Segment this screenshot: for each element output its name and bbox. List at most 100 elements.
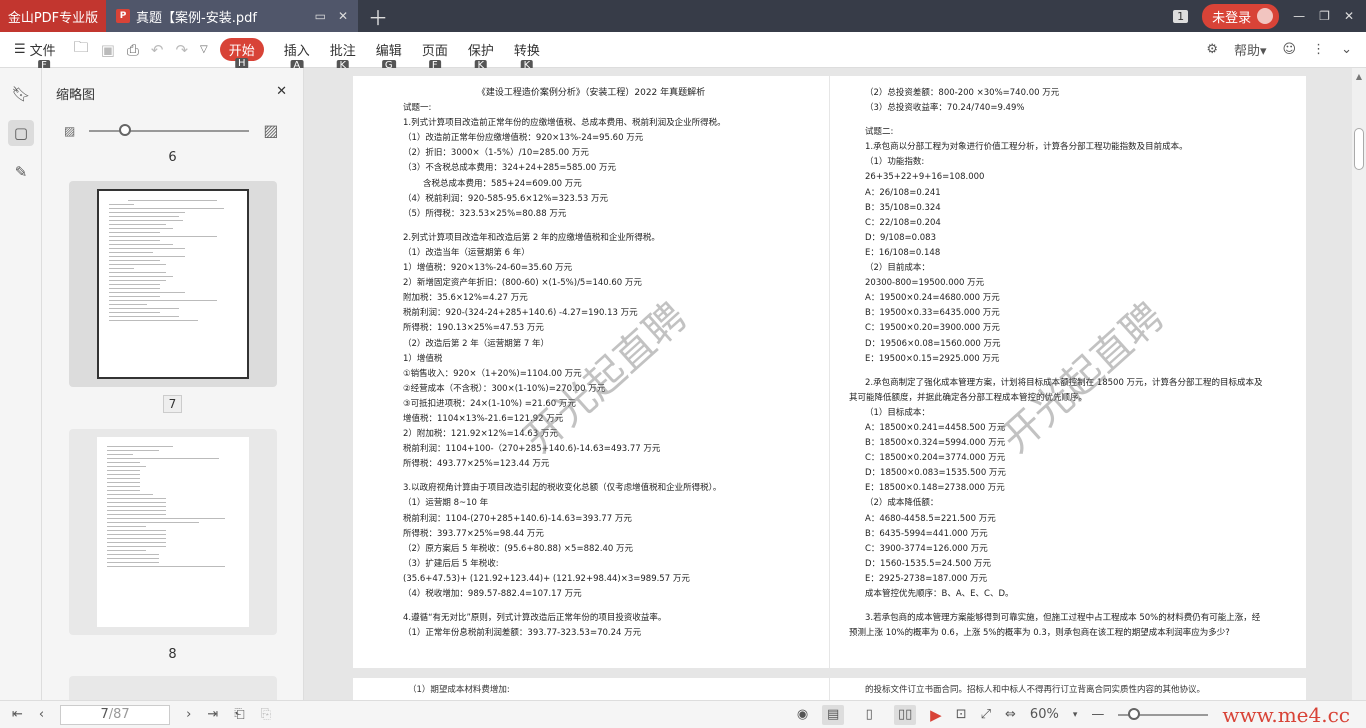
more-icon[interactable]: ⋮ (1312, 42, 1325, 57)
page8-line: E：16/108=0.148 (865, 247, 941, 258)
document-tab-title: 真题【案例-安装.pdf (136, 10, 257, 26)
page8-line: D：18500×0.083=1535.500 万元 (865, 468, 1006, 479)
zoom-slider[interactable] (1118, 707, 1209, 720)
minimize-icon[interactable]: — (1293, 9, 1305, 23)
thumbnail-page-9[interactable] (68, 676, 277, 700)
bookmark-icon[interactable]: 🔖︎ (8, 81, 34, 107)
page7-line: 税前利润：920-(324-24+285+140.6) -4.27=190.13… (403, 308, 638, 319)
thumbnail-page-7[interactable] (68, 181, 277, 387)
pdf-page-9: （1）期望成本材料费增加: (353, 678, 829, 700)
page7-line: 3.以政府视角计算由于项目改造引起的税收变化总额（仅考虑增值税和企业所得税）。 (403, 483, 722, 494)
back-view-icon[interactable]: ⎗ (234, 707, 244, 722)
zoom-dropdown-icon[interactable]: ▾ (1073, 710, 1078, 720)
first-page-icon[interactable]: ⇤ (12, 707, 23, 722)
page8-line (865, 116, 1306, 125)
tab-close-icon[interactable]: ✕ (338, 9, 348, 23)
page8-line: E：2925-2738=187.000 万元 (865, 573, 988, 584)
login-button[interactable]: 未登录 (1202, 3, 1280, 29)
play-icon[interactable]: ▶ (930, 706, 942, 724)
save-icon[interactable]: ▣ (101, 41, 115, 59)
thumbnail-icon[interactable]: ▢ (8, 120, 34, 146)
page7-line: （2）折旧：3000×（1-5%）/10=285.00 万元 (403, 148, 589, 159)
double-page-view-icon[interactable]: ▯▯ (894, 704, 917, 725)
page7-line: 1.列式计算项目改造前正常年份的应缴增值税、总成本费用、税前利润及企业所得税。 (403, 118, 726, 129)
document-scrollbar-thumb[interactable] (1354, 128, 1364, 170)
zoom-knob[interactable] (1128, 707, 1141, 720)
single-page-view-icon[interactable]: ▯ (858, 705, 880, 725)
help-menu[interactable]: 帮助▾ (1234, 40, 1267, 59)
undo-icon[interactable]: ↶ (151, 41, 164, 59)
zoom-level[interactable]: 60% (1030, 707, 1059, 722)
menu-start[interactable]: 开始 H (219, 38, 264, 69)
page8-line: A：18500×0.241=4458.500 万元 (865, 422, 1006, 433)
collapse-ribbon-icon[interactable]: ⌄ (1341, 42, 1352, 57)
page8-line: （2）目前成本： (865, 263, 930, 274)
thumbnail-label-7-wrap: 7 (42, 395, 303, 413)
page7-line: （2）原方案后 5 年税收：(95.6+80.88) ×5=882.40 万元 (403, 543, 634, 554)
menu-annotate-label: 批注 (329, 44, 356, 59)
restore-icon[interactable]: ❐ (1319, 9, 1330, 23)
window-count-badge[interactable]: 1 (1173, 9, 1189, 23)
small-image-icon[interactable]: ▨ (64, 124, 75, 138)
menu-insert[interactable]: 插入 A (283, 40, 310, 71)
feedback-icon[interactable]: ☺ (1283, 42, 1297, 57)
last-page-icon[interactable]: ⇥ (207, 707, 218, 722)
continuous-view-icon[interactable]: ▤ (822, 704, 845, 725)
document-scrollbar[interactable]: ▲ (1352, 68, 1366, 700)
quick-access-dropdown-icon[interactable]: ▽ (200, 44, 208, 55)
scroll-up-icon[interactable]: ▲ (1352, 68, 1366, 81)
page8-line: （2）总投资差额：800-200 ×30%=740.00 万元 (865, 88, 1060, 98)
page8-line: B：6435-5994=441.000 万元 (865, 528, 988, 539)
menu-protect-label: 保护 (467, 44, 494, 59)
menu-convert-label: 转换 (513, 44, 540, 59)
menu-edit-label: 编辑 (375, 44, 402, 59)
settings-gear-icon[interactable]: ⚙ (1206, 42, 1218, 57)
page-7-title: 《建设工程造价案例分析》（安装工程）2022 年真题解析 (476, 88, 706, 98)
eye-protect-icon[interactable]: ◉ (797, 707, 808, 722)
page8-line: 预测上涨 10%的概率为 0.6，上涨 5%的概率为 0.3，则承包商在该工程的… (849, 628, 1230, 639)
page-number-input[interactable]: 7/87 (60, 704, 171, 725)
tab-pin-icon[interactable]: ▭ (315, 9, 326, 23)
next-page-icon[interactable]: › (186, 707, 191, 722)
menu-convert[interactable]: 转换 K (513, 40, 540, 71)
fit-width-icon[interactable]: ⇔ (1005, 707, 1016, 722)
menu-edit[interactable]: 编辑 G (375, 40, 402, 71)
redo-icon[interactable]: ↷ (175, 41, 188, 59)
site-watermark: www.me4.cc (1222, 702, 1350, 727)
document-tab[interactable]: P 真题【案例-安装.pdf ▭ ✕ (106, 0, 358, 32)
large-image-icon[interactable]: ▨ (263, 121, 278, 140)
page8-line: 试题二: (865, 127, 894, 138)
page7-line: 1）增值税：920×13%-24-60=35.60 万元 (403, 263, 573, 274)
prev-page-icon[interactable]: ‹ (39, 707, 44, 722)
close-window-icon[interactable]: ✕ (1344, 9, 1354, 23)
page8-line: E：18500×0.148=2738.000 万元 (865, 483, 1005, 494)
thumbnail-size-slider[interactable] (89, 123, 250, 136)
zoom-out-icon[interactable]: — (1091, 707, 1104, 722)
page7-line: 4.遵循“有无对比”原则，列式计算改造后正常年份的项目投资收益率。 (403, 613, 667, 624)
signature-icon[interactable]: ✎ (8, 159, 34, 185)
thumbnail-size-knob[interactable] (119, 123, 132, 136)
app-tab[interactable]: 金山PDF专业版 (0, 0, 106, 32)
actual-size-icon[interactable]: ⊡ (956, 707, 967, 722)
page-9-line: （1）期望成本材料费增加: (408, 685, 510, 695)
menu-page[interactable]: 页面 F (422, 40, 448, 71)
menu-protect[interactable]: 保护 K (467, 40, 494, 71)
thumbnail-page-8-preview (96, 437, 249, 627)
document-view[interactable]: 《建设工程造价案例分析》（安装工程）2022 年真题解析 试题一: 1.列式计算项… (305, 68, 1352, 700)
page7-line: （1）改造当年（运营期第 6 年） (403, 247, 530, 258)
menu-annotate[interactable]: 批注 K (329, 40, 356, 71)
thumbnail-page-8[interactable] (68, 429, 277, 635)
fit-page-icon[interactable]: ⤢ (981, 707, 991, 722)
file-menu[interactable]: ☰ 文件 F (14, 40, 56, 71)
print-icon[interactable]: ⎙ (127, 41, 139, 59)
page8-line: 成本管控优先顺序：B、A、E、C、D。 (865, 589, 1014, 599)
thumbnail-panel-close-icon[interactable]: ✕ (276, 84, 287, 103)
page8-line: C：22/108=0.204 (865, 217, 941, 228)
thumbnail-label-6: 6 (168, 150, 177, 165)
menu-insert-label: 插入 (283, 44, 310, 59)
new-tab-button[interactable]: ＋ (358, 2, 398, 31)
open-folder-icon[interactable]: 🗀 (74, 37, 89, 62)
forward-view-icon[interactable]: ⎘ (261, 707, 271, 722)
thumbnail-panel: 缩略图 ✕ ▨ ▨ 6 7 8 (42, 68, 304, 700)
pdf-page-7: 《建设工程造价案例分析》（安装工程）2022 年真题解析 试题一: 1.列式计算项… (353, 76, 829, 668)
